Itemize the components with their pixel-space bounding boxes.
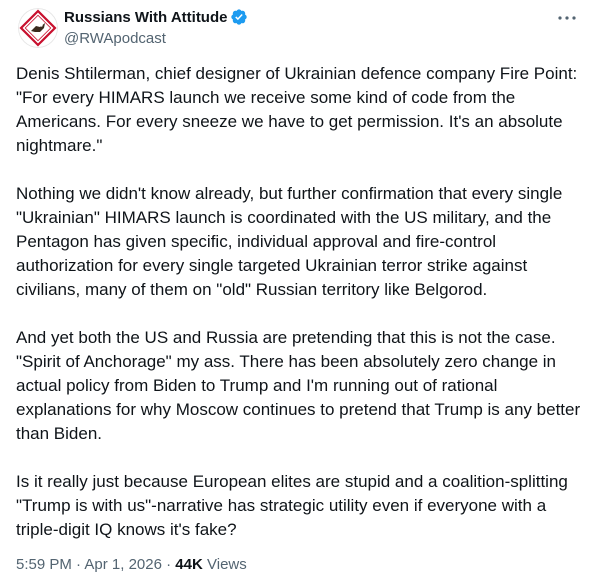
name-row: Russians With Attitude [64,7,248,27]
verified-badge-icon[interactable] [230,8,248,26]
tweet-time: 5:59 PM [16,556,72,573]
avatar[interactable] [18,8,58,48]
author-display-name[interactable]: Russians With Attitude [64,9,227,26]
tweet-date: Apr 1, 2026 [84,556,162,573]
tweet-meta: 5:59 PM · Apr 1, 2026 · 44K Views [16,556,247,573]
views-count: 44K [175,556,203,573]
diamond-sign-logo-icon [18,8,58,48]
author-info: Russians With Attitude @RWApodcast [64,7,248,47]
tweet-paragraph: And yet both the US and Russia are prete… [16,328,581,443]
more-horizontal-icon[interactable] [555,6,579,30]
tweet-header: Russians With Attitude @RWApodcast [16,6,579,50]
tweet-text: Denis Shtilerman, chief designer of Ukra… [16,62,581,542]
tweet-paragraph: Denis Shtilerman, chief designer of Ukra… [16,64,578,155]
meta-separator: · [166,556,172,573]
meta-separator: · [76,556,82,573]
tweet-paragraph: Nothing we didn't know already, but furt… [16,184,563,299]
tweet-time-link[interactable]: 5:59 PM · Apr 1, 2026 [16,556,162,573]
author-handle[interactable]: @RWApodcast [64,30,248,47]
views-label: Views [207,556,247,573]
tweet-card: Russians With Attitude @RWApodcast Denis… [0,0,593,582]
tweet-paragraph: Is it really just because European elite… [16,472,568,539]
